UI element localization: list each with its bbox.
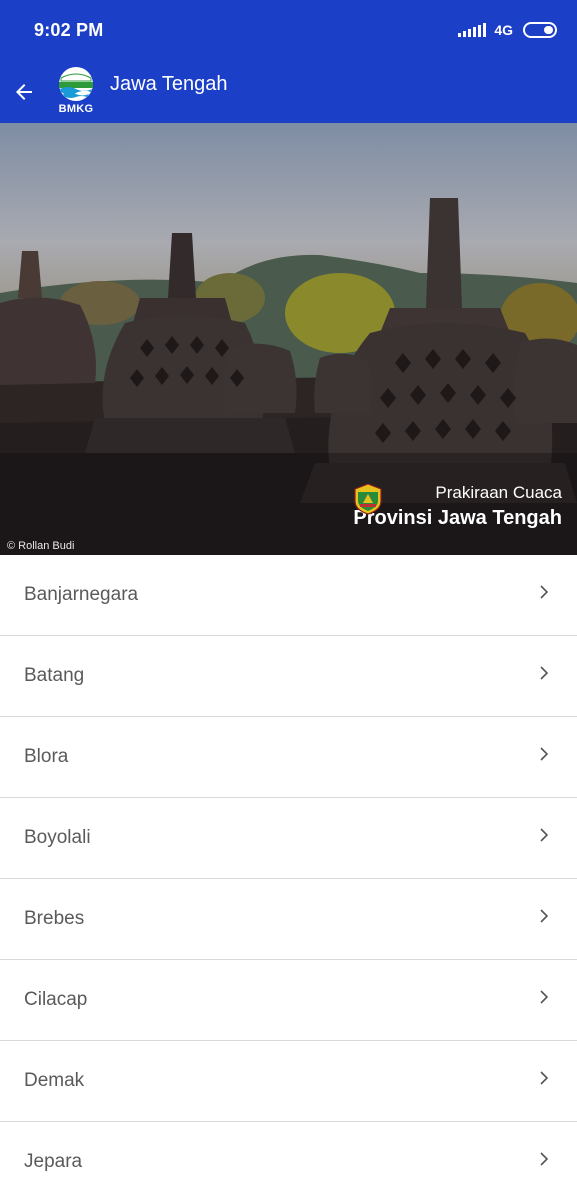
signal-icon	[458, 23, 487, 37]
chevron-right-icon	[540, 585, 549, 599]
status-icons: 4G	[458, 22, 557, 38]
list-item[interactable]: Batang	[0, 636, 577, 717]
logo-text: BMKG	[58, 102, 94, 115]
hero-banner: Prakiraan Cuaca Provinsi Jawa Tengah © R…	[0, 123, 577, 555]
list-item-label: Batang	[24, 665, 85, 686]
page-title: Jawa Tengah	[110, 73, 228, 95]
bmkg-logo: BMKG	[54, 66, 98, 118]
status-bar: 9:02 PM 4G	[0, 0, 577, 60]
status-time: 9:02 PM	[34, 19, 104, 40]
hero-subtitle: Prakiraan Cuaca	[435, 483, 562, 502]
list-item[interactable]: Boyolali	[0, 798, 577, 879]
chevron-right-icon	[540, 1152, 549, 1166]
list-item-label: Cilacap	[24, 989, 88, 1010]
list-item-label: Boyolali	[24, 827, 91, 848]
list-item[interactable]: Blora	[0, 717, 577, 798]
list-item-label: Blora	[24, 746, 69, 767]
list-item[interactable]: Cilacap	[0, 960, 577, 1041]
list-item[interactable]: Jepara	[0, 1122, 577, 1200]
list-item-label: Jepara	[24, 1151, 83, 1172]
hero-caption: Prakiraan Cuaca Provinsi Jawa Tengah	[353, 483, 562, 530]
photo-credit: © Rollan Budi	[7, 540, 75, 552]
list-item-label: Demak	[24, 1070, 85, 1091]
chevron-right-icon	[540, 747, 549, 761]
chevron-right-icon	[540, 1071, 549, 1085]
battery-icon	[523, 22, 557, 38]
list-item-label: Banjarnegara	[24, 584, 139, 605]
network-type: 4G	[494, 22, 513, 38]
list-item[interactable]: Brebes	[0, 879, 577, 960]
chevron-right-icon	[540, 666, 549, 680]
list-item-label: Brebes	[24, 908, 85, 929]
list-item[interactable]: Banjarnegara	[0, 555, 577, 636]
regency-list: Banjarnegara Batang Blora Boyolali Brebes Cil…	[0, 555, 577, 1200]
chevron-right-icon	[540, 909, 549, 923]
app-bar: BMKG Jawa Tengah	[0, 60, 577, 123]
back-button[interactable]	[2, 70, 46, 114]
chevron-right-icon	[540, 828, 549, 842]
hero-title: Provinsi Jawa Tengah	[353, 507, 562, 529]
hero-title-row: Provinsi Jawa Tengah	[353, 483, 562, 530]
list-item[interactable]: Demak	[0, 1041, 577, 1122]
bmkg-logo-icon	[59, 66, 93, 101]
arrow-left-icon	[16, 83, 32, 100]
chevron-right-icon	[540, 990, 549, 1004]
province-emblem-icon	[354, 483, 383, 515]
